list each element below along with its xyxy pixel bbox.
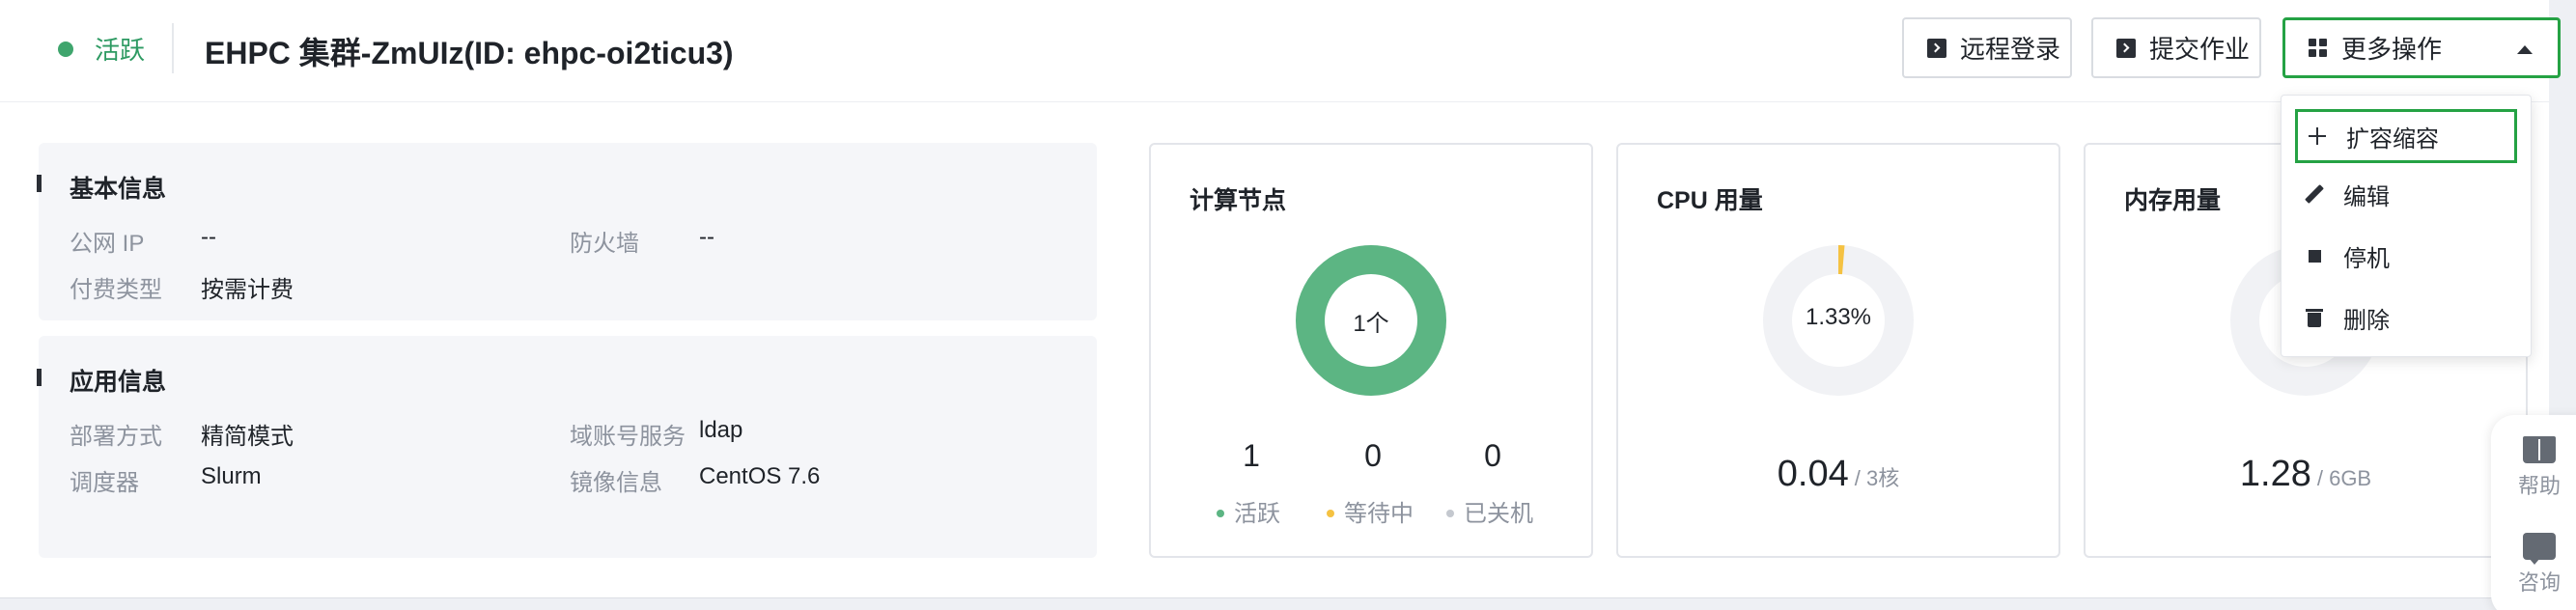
stop-icon [2305,246,2324,265]
help-label: 帮助 [2517,474,2561,498]
menu-item-stop-label: 停机 [2343,245,2390,272]
submit-job-button[interactable]: 提交作业 [2091,17,2261,78]
more-actions-label: 更多操作 [2341,35,2443,64]
compute-nodes-title: 计算节点 [1190,187,1287,214]
compute-nodes-center-label: 1个 [1353,311,1389,337]
scheduler-label: 调度器 [70,470,139,496]
public-ip-value: -- [201,224,216,250]
header-divider [172,23,174,73]
help-button[interactable]: 帮助 [2491,436,2576,500]
status-dot [58,42,73,57]
cpu-usage-card: CPU 用量 1.33% 0.04/ 3核 [1616,143,2060,558]
pencil-icon [2305,184,2324,204]
firewall-value: -- [699,224,714,250]
compute-nodes-card: 计算节点 1个 1 0 0 活跃 等待中 已关机 [1149,143,1593,558]
legend-active-label: 活跃 [1234,501,1280,527]
trash-icon [2305,308,2324,327]
chat-icon [2523,533,2556,565]
stopped-dot [1446,509,1454,517]
submit-job-label: 提交作业 [2149,35,2251,64]
grid-icon [2309,38,2328,58]
menu-item-delete[interactable]: 删除 [2282,291,2533,345]
cpu-usage-summary: 0.04/ 3核 [1618,454,2058,495]
menu-item-scale-label: 扩容缩容 [2346,125,2439,152]
legend-active: 活跃 [1217,494,1280,528]
more-actions-menu: 扩容缩容 编辑 停机 删除 [2281,95,2532,357]
app-info-title: 应用信息 [70,369,167,396]
billing-value: 按需计费 [201,277,294,303]
image-info-label: 镜像信息 [570,470,662,496]
menu-item-stop[interactable]: 停机 [2282,229,2533,283]
section-marker [37,369,42,386]
page-title: EHPC 集群-ZmUIz(ID: ehpc-oi2ticu3) [205,36,734,70]
side-toolbar: 帮助 咨询 [2491,415,2576,610]
page-header: 活跃 EHPC 集群-ZmUIz(ID: ehpc-oi2ticu3) 远程登录… [0,0,2561,102]
deploy-mode-value: 精简模式 [201,424,294,450]
terminal-icon [2116,38,2136,58]
more-actions-button[interactable]: 更多操作 [2282,17,2561,78]
pending-count: 0 [1364,438,1382,473]
cluster-detail-page: 活跃 EHPC 集群-ZmUIz(ID: ehpc-oi2ticu3) 远程登录… [0,0,2561,598]
legend-stopped: 已关机 [1446,494,1533,528]
consult-button[interactable]: 咨询 [2491,533,2576,596]
memory-usage-title: 内存用量 [2124,187,2222,214]
memory-total-value: / 6GB [2316,466,2372,490]
basic-info-panel: 基本信息 公网 IP -- 防火墙 -- 付费类型 按需计费 [37,143,1097,320]
remote-login-label: 远程登录 [1960,35,2061,64]
stopped-count: 0 [1484,438,1501,473]
menu-item-edit-label: 编辑 [2343,183,2390,210]
domain-service-label: 域账号服务 [570,424,686,450]
consult-label: 咨询 [2517,570,2561,595]
cpu-usage-percent: 1.33% [1805,304,1872,330]
legend-pending: 等待中 [1327,494,1414,528]
cluster-status: 活跃 [95,36,146,65]
public-ip-label: 公网 IP [70,231,145,257]
legend-stopped-label: 已关机 [1464,501,1533,527]
plus-icon [2308,126,2327,146]
caret-up-icon [2517,45,2533,54]
active-count: 1 [1243,438,1260,473]
cpu-used-value: 0.04 [1777,454,1849,494]
section-marker [37,175,42,192]
image-info-value: CentOS 7.6 [699,463,821,489]
pending-dot [1327,509,1334,517]
menu-item-edit[interactable]: 编辑 [2282,167,2533,221]
book-icon [2523,436,2556,463]
deploy-mode-label: 部署方式 [70,424,162,450]
app-info-panel: 应用信息 部署方式 精简模式 域账号服务 ldap 调度器 Slurm 镜像信息… [37,336,1097,558]
legend-pending-label: 等待中 [1344,501,1414,527]
terminal-icon [1927,38,1946,58]
firewall-label: 防火墙 [570,231,639,257]
menu-item-scale[interactable]: 扩容缩容 [2295,109,2517,163]
domain-service-value: ldap [699,417,743,443]
menu-item-delete-label: 删除 [2343,307,2390,334]
basic-info-title: 基本信息 [70,176,167,203]
active-dot [1217,509,1224,517]
billing-label: 付费类型 [70,277,162,303]
cpu-usage-title: CPU 用量 [1657,187,1763,214]
memory-usage-summary: 1.28/ 6GB [2086,454,2526,495]
memory-used-value: 1.28 [2239,454,2311,494]
scheduler-value: Slurm [201,463,262,489]
cpu-total-value: / 3核 [1854,466,1900,490]
remote-login-button[interactable]: 远程登录 [1902,17,2072,78]
